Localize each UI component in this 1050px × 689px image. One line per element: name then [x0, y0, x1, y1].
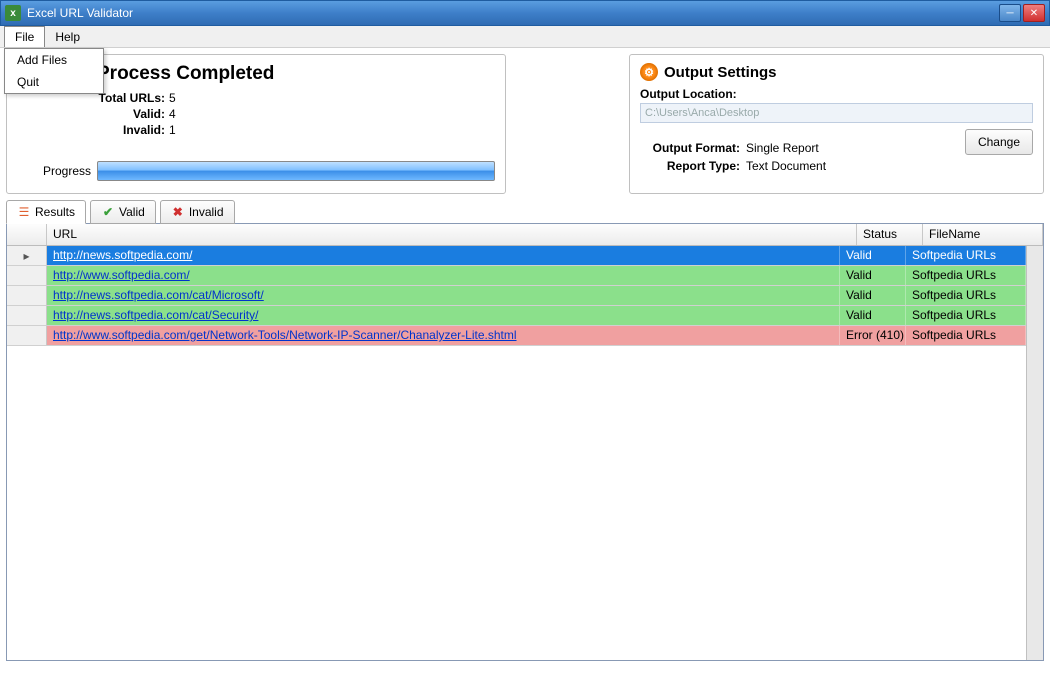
filename-cell: Softpedia URLs — [906, 306, 1026, 325]
url-link[interactable]: http://www.softpedia.com/ — [53, 268, 190, 282]
menu-help[interactable]: Help — [45, 26, 90, 47]
close-button[interactable]: ✕ — [1023, 4, 1045, 22]
row-marker[interactable] — [7, 286, 47, 305]
valid-label: Valid: — [97, 107, 165, 121]
invalid-value: 1 — [169, 123, 176, 137]
results-grid: URL Status FileName ▸ http://news.softped… — [6, 223, 1044, 661]
grid-header-url[interactable]: URL — [47, 224, 857, 245]
url-cell: http://news.softpedia.com/cat/Microsoft/ — [47, 286, 840, 305]
output-location-input[interactable] — [640, 103, 1033, 123]
grid-header-marker[interactable] — [7, 224, 47, 245]
url-link[interactable]: http://news.softpedia.com/cat/Microsoft/ — [53, 288, 264, 302]
output-settings-title: Output Settings — [664, 64, 777, 81]
file-dropdown: Add Files Quit — [4, 48, 104, 94]
filename-cell: Softpedia URLs — [906, 266, 1026, 285]
table-row[interactable]: http://news.softpedia.com/cat/Microsoft/… — [7, 286, 1026, 306]
tab-results-label: Results — [35, 205, 75, 219]
output-format-label: Output Format: — [640, 141, 740, 155]
tab-valid-label: Valid — [119, 205, 145, 219]
status-cell: Valid — [840, 246, 906, 265]
output-format-value: Single Report — [746, 141, 819, 155]
tab-results[interactable]: Results — [6, 200, 86, 224]
report-type-value: Text Document — [746, 159, 826, 173]
url-cell: http://news.softpedia.com/ — [47, 246, 840, 265]
row-marker[interactable] — [7, 306, 47, 325]
total-urls-value: 5 — [169, 91, 176, 105]
url-cell: http://www.softpedia.com/get/Network-Too… — [47, 326, 840, 345]
status-cell: Valid — [840, 286, 906, 305]
tab-valid[interactable]: Valid — [90, 200, 156, 224]
x-icon — [171, 205, 185, 219]
grid-header-status[interactable]: Status — [857, 224, 923, 245]
minimize-button[interactable]: ─ — [999, 4, 1021, 22]
menu-file[interactable]: File — [4, 26, 45, 47]
tab-invalid[interactable]: Invalid — [160, 200, 235, 224]
total-urls-label: Total URLs: — [97, 91, 165, 105]
gear-icon: ⚙ — [640, 63, 658, 81]
status-title: Process Completed — [97, 63, 495, 85]
row-marker[interactable] — [7, 326, 47, 345]
status-cell: Valid — [840, 266, 906, 285]
url-cell: http://news.softpedia.com/cat/Security/ — [47, 306, 840, 325]
grid-header-file[interactable]: FileName — [923, 224, 1043, 245]
window-title: Excel URL Validator — [27, 6, 999, 20]
tab-invalid-label: Invalid — [189, 205, 224, 219]
invalid-label: Invalid: — [97, 123, 165, 137]
output-settings-panel: ⚙ Output Settings Output Location: Outpu… — [629, 54, 1044, 194]
valid-value: 4 — [169, 107, 176, 121]
list-icon — [17, 205, 31, 219]
vertical-scrollbar[interactable] — [1026, 246, 1043, 660]
progress-bar — [97, 161, 495, 181]
url-cell: http://www.softpedia.com/ — [47, 266, 840, 285]
app-icon: x — [5, 5, 21, 21]
progress-label: Progress — [43, 164, 91, 178]
output-location-label: Output Location: — [640, 87, 1033, 101]
status-cell: Error (410) — [840, 326, 906, 345]
status-cell: Valid — [840, 306, 906, 325]
url-link[interactable]: http://news.softpedia.com/ — [53, 248, 192, 262]
url-link[interactable]: http://www.softpedia.com/get/Network-Too… — [53, 328, 517, 342]
table-row[interactable]: http://www.softpedia.com/get/Network-Too… — [7, 326, 1026, 346]
change-button[interactable]: Change — [965, 129, 1033, 155]
tabs: Results Valid Invalid — [6, 200, 1044, 224]
menu-bar: File Help Add Files Quit — [0, 26, 1050, 48]
table-row[interactable]: http://www.softpedia.com/ValidSoftpedia … — [7, 266, 1026, 286]
row-marker[interactable] — [7, 266, 47, 285]
menu-add-files[interactable]: Add Files — [5, 49, 103, 71]
filename-cell: Softpedia URLs — [906, 246, 1026, 265]
check-icon — [101, 205, 115, 219]
title-bar: x Excel URL Validator ─ ✕ — [0, 0, 1050, 26]
table-row[interactable]: http://news.softpedia.com/cat/Security/V… — [7, 306, 1026, 326]
filename-cell: Softpedia URLs — [906, 326, 1026, 345]
filename-cell: Softpedia URLs — [906, 286, 1026, 305]
table-row[interactable]: ▸ http://news.softpedia.com/ValidSoftpedi… — [7, 246, 1026, 266]
grid-header: URL Status FileName — [7, 224, 1043, 246]
row-marker[interactable]: ▸ — [7, 246, 47, 265]
report-type-label: Report Type: — [640, 159, 740, 173]
url-link[interactable]: http://news.softpedia.com/cat/Security/ — [53, 308, 258, 322]
menu-quit[interactable]: Quit — [5, 71, 103, 93]
